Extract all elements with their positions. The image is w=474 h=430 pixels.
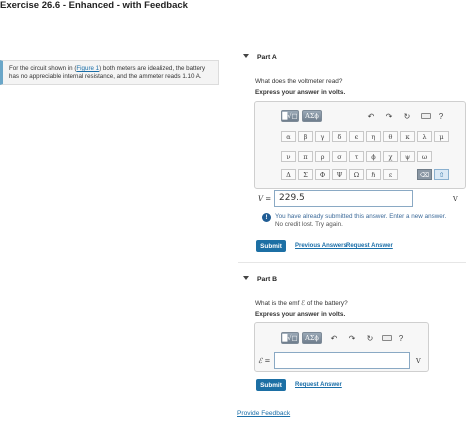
collapse-triangle-icon xyxy=(243,54,249,58)
symbol-key[interactable]: Ψ xyxy=(332,169,347,180)
part-a-request-answer-link[interactable]: Request Answer xyxy=(346,243,393,249)
provide-feedback-link[interactable]: Provide Feedback xyxy=(237,410,290,417)
previous-answers-link[interactable]: Previous Answers xyxy=(295,243,347,249)
redo-icon[interactable]: ↷ xyxy=(346,332,358,344)
part-b-answer-var: ℰ = xyxy=(258,357,271,365)
symbol-key[interactable]: ρ xyxy=(315,151,330,162)
part-a-question: What does the voltmeter read? xyxy=(255,78,343,85)
part-a-header[interactable]: Part A xyxy=(243,54,277,61)
symbol-key[interactable]: β xyxy=(298,131,313,142)
part-b-label: Part B xyxy=(257,276,278,283)
part-a-answer-input[interactable]: 229.5 xyxy=(274,190,413,207)
undo-icon[interactable]: ↶ xyxy=(328,332,340,344)
shift-key-icon[interactable]: ⇧ xyxy=(434,169,449,180)
feedback-sub: No credit lost. Try again. xyxy=(275,220,343,228)
figure-link[interactable]: Figure 1 xyxy=(76,65,99,72)
part-b-header[interactable]: Part B xyxy=(243,276,277,283)
part-a-label: Part A xyxy=(257,54,277,61)
help-icon[interactable]: ? xyxy=(395,332,407,344)
template-button[interactable]: █√□ xyxy=(281,332,299,344)
part-a-submit-button[interactable]: Submit xyxy=(256,240,286,252)
reset-icon[interactable]: ↻ xyxy=(364,332,376,344)
symbol-key[interactable]: α xyxy=(281,131,296,142)
greek-symbols-button[interactable]: AΣϕ xyxy=(302,332,322,344)
symbol-key[interactable]: μ xyxy=(434,131,449,142)
help-icon[interactable]: ? xyxy=(435,110,447,122)
part-b-unit: V xyxy=(416,357,421,365)
symbol-key[interactable]: Ω xyxy=(349,169,364,180)
part-a-math-editor: █√□ AΣϕ ↶ ↷ ↻ ? α β γ δ ϵ η θ κ λ μ ν π … xyxy=(254,101,466,189)
symbol-key[interactable]: σ xyxy=(332,151,347,162)
symbol-key[interactable]: λ xyxy=(417,131,432,142)
symbol-key[interactable]: ψ xyxy=(400,151,415,162)
part-b-answer-input[interactable] xyxy=(274,352,410,369)
part-b-question: What is the emf ℰ of the battery? xyxy=(255,300,348,307)
backspace-key-icon[interactable]: ⌫ xyxy=(417,169,432,180)
part-a-answer-var: V = xyxy=(258,195,272,203)
part-b-instruction: Express your answer in volts. xyxy=(255,311,346,318)
symbol-key[interactable]: Σ xyxy=(298,169,313,180)
symbol-key[interactable]: ω xyxy=(417,151,432,162)
symbol-key[interactable]: π xyxy=(298,151,313,162)
symbol-key[interactable]: θ xyxy=(383,131,398,142)
template-button[interactable]: █√□ xyxy=(281,110,299,122)
collapse-triangle-icon xyxy=(243,276,249,280)
symbol-key[interactable]: ϕ xyxy=(366,151,381,162)
symbol-key[interactable]: Φ xyxy=(315,169,330,180)
part-b-request-answer-link[interactable]: Request Answer xyxy=(295,382,342,388)
symbol-key[interactable]: τ xyxy=(349,151,364,162)
part-a-unit: V xyxy=(453,195,458,203)
reset-icon[interactable]: ↻ xyxy=(401,110,413,122)
part-b-submit-button[interactable]: Submit xyxy=(256,379,286,391)
symbol-key[interactable]: ϵ xyxy=(349,131,364,142)
symbol-key[interactable]: γ xyxy=(315,131,330,142)
exercise-title: Exercise 26.6 - Enhanced - with Feedback xyxy=(0,0,188,11)
symbol-key[interactable]: ν xyxy=(281,151,296,162)
part-a-feedback: You have already submitted this answer. … xyxy=(275,213,446,229)
redo-icon[interactable]: ↷ xyxy=(383,110,395,122)
info-icon: ! xyxy=(262,213,271,222)
symbol-key[interactable]: ℏ xyxy=(366,169,381,180)
greek-symbols-button[interactable]: AΣϕ xyxy=(302,110,322,122)
problem-statement: For the circuit shown in (Figure 1) both… xyxy=(0,60,219,85)
symbol-key[interactable]: χ xyxy=(383,151,398,162)
keyboard-icon[interactable] xyxy=(421,113,431,119)
symbol-key[interactable]: Δ xyxy=(281,169,296,180)
symbol-key[interactable]: η xyxy=(366,131,381,142)
problem-text-before: For the circuit shown in ( xyxy=(9,65,77,72)
symbol-key[interactable]: ε xyxy=(383,169,398,180)
symbol-key[interactable]: κ xyxy=(400,131,415,142)
undo-icon[interactable]: ↶ xyxy=(365,110,377,122)
part-a-instruction: Express your answer in volts. xyxy=(255,89,346,96)
symbol-key[interactable]: δ xyxy=(332,131,347,142)
keyboard-icon[interactable] xyxy=(382,335,392,341)
feedback-main: You have already submitted this answer. … xyxy=(275,213,447,220)
section-divider xyxy=(238,262,466,263)
